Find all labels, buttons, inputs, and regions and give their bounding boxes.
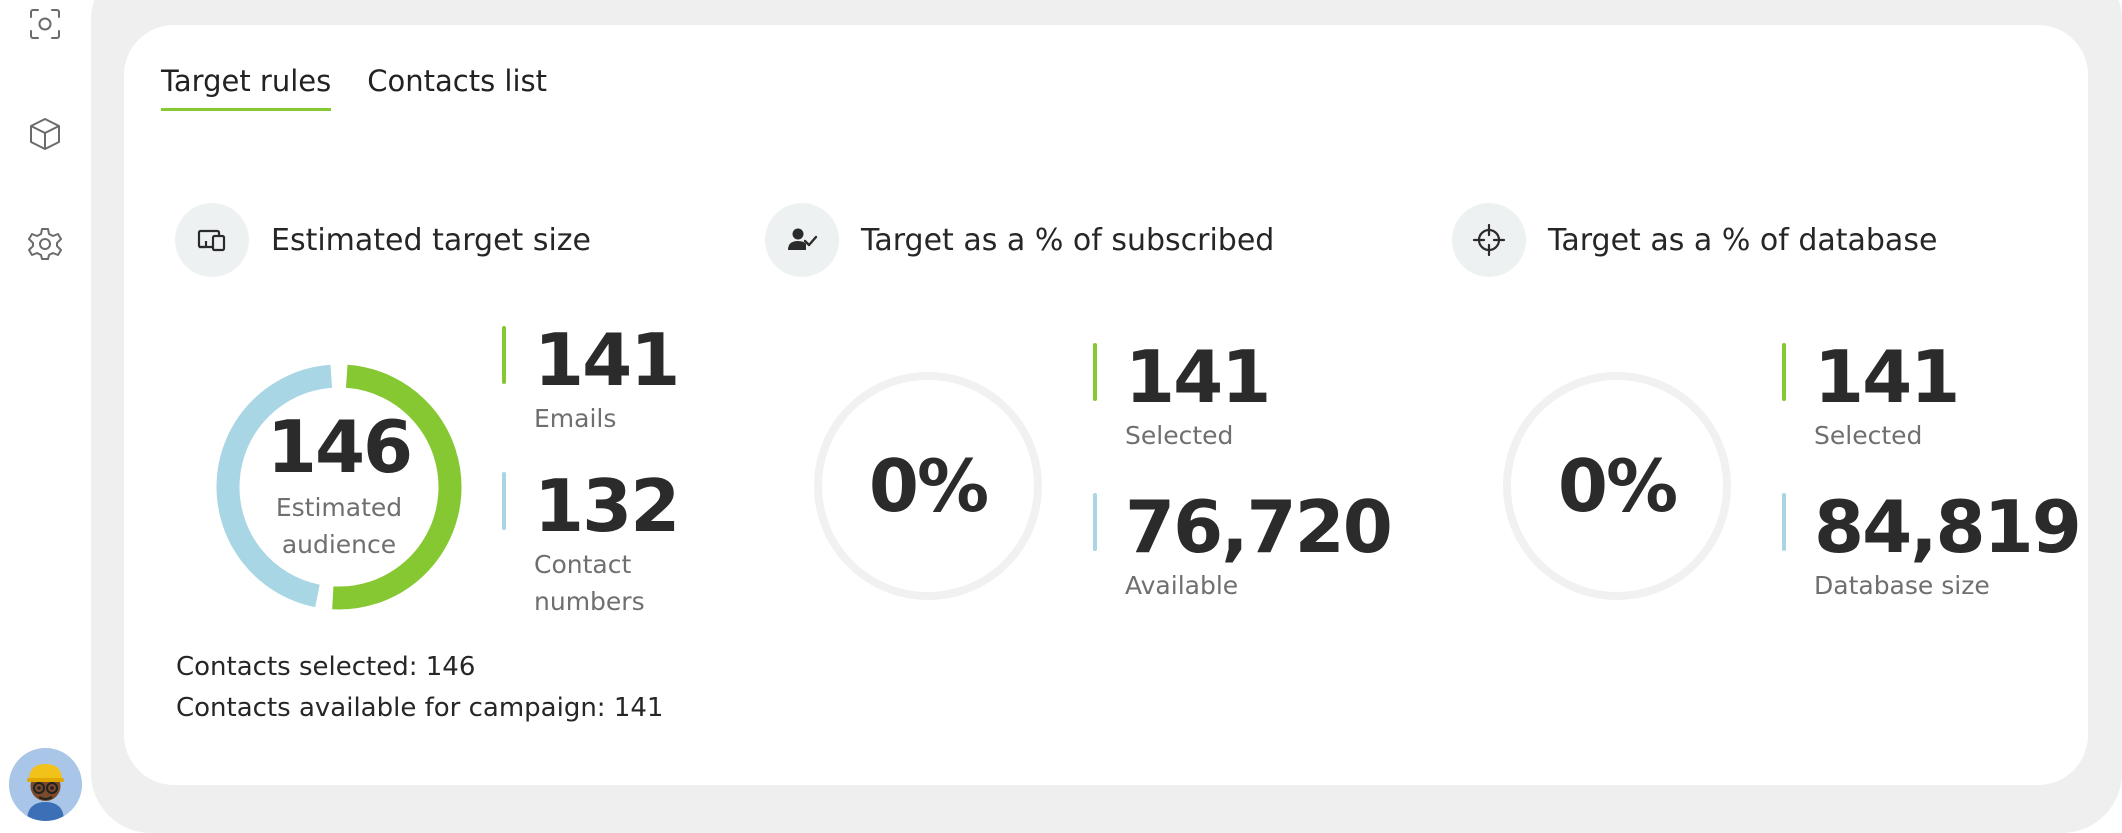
emails-stat-bar [502, 326, 506, 384]
database-selected-bar [1782, 343, 1786, 401]
devices-icon [175, 203, 249, 277]
crosshair-icon [1452, 203, 1526, 277]
subscribed-selected-value: 141 [1125, 335, 1271, 419]
database-header: Target as a % of database [1452, 203, 1937, 277]
tab-contacts-list[interactable]: Contacts list [367, 64, 547, 111]
contacts-available-text: Contacts available for campaign: 141 [176, 693, 664, 723]
database-size-label: Database size [1814, 571, 1990, 600]
database-size-stat: 84,819 Database size [1782, 485, 2082, 604]
available-stat-bar [1093, 493, 1097, 551]
subscribed-selected-bar [1093, 343, 1097, 401]
available-value: 76,720 [1125, 485, 1393, 569]
estimated-audience-value: 146 [266, 405, 413, 489]
tab-bar: Target rules Contacts list [161, 64, 547, 111]
emails-label: Emails [534, 404, 617, 433]
subscribed-selected-label: Selected [1125, 421, 1234, 450]
sidebar [0, 0, 91, 833]
cube-icon[interactable] [26, 115, 64, 153]
subscribed-selected-stat: 141 Selected [1093, 335, 1271, 454]
scan-icon[interactable] [26, 5, 64, 43]
database-size-value: 84,819 [1814, 485, 2082, 569]
estimated-target-title: Estimated target size [271, 222, 592, 258]
subscribed-percent: 0% [868, 444, 989, 528]
database-selected-label: Selected [1814, 421, 1923, 450]
estimated-audience-donut: 146 Estimated audience [210, 358, 468, 616]
contact-numbers-stat: 132 Contact numbers [502, 464, 680, 620]
subscribed-title: Target as a % of subscribed [861, 222, 1275, 258]
contacts-stat-bar [502, 472, 506, 530]
available-label: Available [1125, 571, 1239, 600]
available-stat: 76,720 Available [1093, 485, 1393, 604]
database-selected-stat: 141 Selected [1782, 335, 1960, 454]
user-avatar[interactable] [9, 748, 82, 821]
subscribed-percent-ring: 0% [812, 370, 1044, 602]
database-percent-ring: 0% [1501, 370, 1733, 602]
emails-stat: 141 Emails [502, 318, 680, 437]
subscribed-header: Target as a % of subscribed [765, 203, 1274, 277]
user-check-icon [765, 203, 839, 277]
gear-icon[interactable] [26, 225, 64, 263]
database-percent: 0% [1557, 444, 1678, 528]
database-size-bar [1782, 493, 1786, 551]
contact-numbers-value: 132 [534, 464, 680, 548]
estimated-audience-label: Estimated audience [275, 493, 403, 559]
contact-numbers-label: Contact numbers [534, 550, 645, 616]
database-selected-value: 141 [1814, 335, 1960, 419]
database-title: Target as a % of database [1548, 222, 1938, 258]
tab-target-rules[interactable]: Target rules [161, 64, 332, 111]
emails-value: 141 [534, 318, 680, 402]
estimated-target-header: Estimated target size [175, 203, 591, 277]
contacts-selected-text: Contacts selected: 146 [176, 652, 476, 682]
